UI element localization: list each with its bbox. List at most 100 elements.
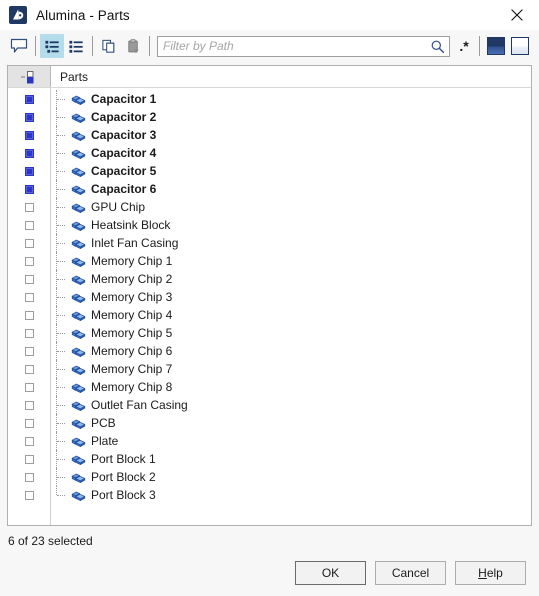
toolbar-separator [92, 36, 93, 56]
table-row[interactable]: Plate [51, 432, 531, 450]
help-button[interactable]: Help [455, 561, 526, 585]
table-row[interactable]: GPU Chip [51, 198, 531, 216]
row-checkbox[interactable] [8, 486, 50, 504]
part-icon [71, 470, 87, 484]
tree-rows: Capacitor 1 Capacitor 2 Capacitor 3 Capacit… [8, 88, 531, 525]
table-row[interactable]: Inlet Fan Casing [51, 234, 531, 252]
row-label: Plate [91, 434, 119, 448]
row-checkbox[interactable] [8, 306, 50, 324]
checkbox-unchecked-icon [24, 490, 34, 500]
table-row[interactable]: Port Block 1 [51, 450, 531, 468]
checkbox-unchecked-icon [24, 220, 34, 230]
row-checkbox[interactable] [8, 288, 50, 306]
list-flat-icon[interactable] [64, 34, 88, 58]
tree-connector [53, 252, 71, 270]
row-label: Memory Chip 5 [91, 326, 173, 340]
copy-icon[interactable] [97, 34, 121, 58]
search-icon[interactable] [430, 39, 445, 54]
checkbox-unchecked-icon [24, 382, 34, 392]
part-icon [71, 146, 87, 160]
row-checkbox[interactable] [8, 234, 50, 252]
table-row[interactable]: Capacitor 4 [51, 144, 531, 162]
table-row[interactable]: Capacitor 3 [51, 126, 531, 144]
title-bar: Alumina - Parts [0, 0, 539, 30]
tree-connector [53, 234, 71, 252]
row-checkbox[interactable] [8, 162, 50, 180]
row-checkbox[interactable] [8, 468, 50, 486]
row-label: Memory Chip 7 [91, 362, 173, 376]
row-checkbox[interactable] [8, 108, 50, 126]
table-row[interactable]: Memory Chip 3 [51, 288, 531, 306]
comment-bubble-icon[interactable] [7, 34, 31, 58]
outline-square-icon[interactable] [508, 34, 532, 58]
row-checkbox[interactable] [8, 180, 50, 198]
table-row[interactable]: PCB [51, 414, 531, 432]
table-row[interactable]: Heatsink Block [51, 216, 531, 234]
table-row[interactable]: Memory Chip 7 [51, 360, 531, 378]
row-checkbox[interactable] [8, 90, 50, 108]
parts-tree-panel[interactable]: Parts Capacitor 1 Capacitor 2 Capacitor 3C… [7, 65, 532, 526]
row-checkbox[interactable] [8, 360, 50, 378]
ok-button[interactable]: OK [295, 561, 366, 585]
table-row[interactable]: Memory Chip 1 [51, 252, 531, 270]
row-label: Capacitor 2 [91, 110, 157, 124]
tree-connector [53, 162, 71, 180]
table-row[interactable]: Memory Chip 6 [51, 342, 531, 360]
tree-select-icon [21, 70, 34, 83]
regex-icon[interactable]: .* [453, 34, 475, 58]
filter-field[interactable] [157, 35, 450, 57]
tree-connector [53, 270, 71, 288]
table-row[interactable]: Memory Chip 5 [51, 324, 531, 342]
row-checkbox[interactable] [8, 324, 50, 342]
window-title: Alumina - Parts [36, 7, 130, 23]
table-row[interactable]: Capacitor 1 [51, 90, 531, 108]
part-icon [71, 218, 87, 232]
table-row[interactable]: Port Block 2 [51, 468, 531, 486]
close-icon[interactable] [495, 0, 539, 30]
row-checkbox[interactable] [8, 198, 50, 216]
row-checkbox[interactable] [8, 270, 50, 288]
row-label: Capacitor 4 [91, 146, 157, 160]
row-checkbox[interactable] [8, 216, 50, 234]
table-row[interactable]: Outlet Fan Casing [51, 396, 531, 414]
table-row[interactable]: Memory Chip 8 [51, 378, 531, 396]
cancel-button[interactable]: Cancel [375, 561, 446, 585]
part-icon [71, 380, 87, 394]
row-checkbox[interactable] [8, 414, 50, 432]
checkbox-checked-icon [24, 112, 34, 122]
tree-connector [53, 306, 71, 324]
row-checkbox[interactable] [8, 144, 50, 162]
table-row[interactable]: Memory Chip 4 [51, 306, 531, 324]
tree-header-row: Parts [8, 66, 531, 88]
checkbox-checked-icon [24, 166, 34, 176]
checkbox-unchecked-icon [24, 274, 34, 284]
row-checkbox[interactable] [8, 450, 50, 468]
part-icon [71, 200, 87, 214]
solid-square-icon[interactable] [484, 34, 508, 58]
search-input[interactable] [158, 36, 449, 56]
row-label: Inlet Fan Casing [91, 236, 179, 250]
table-row[interactable]: Memory Chip 2 [51, 270, 531, 288]
table-row[interactable]: Port Block 3 [51, 486, 531, 504]
row-checkbox[interactable] [8, 252, 50, 270]
select-all-header[interactable] [8, 66, 51, 87]
row-checkbox[interactable] [8, 378, 50, 396]
table-row[interactable]: Capacitor 2 [51, 108, 531, 126]
column-header-parts[interactable]: Parts [51, 66, 531, 87]
checkbox-unchecked-icon [24, 310, 34, 320]
part-icon [71, 416, 87, 430]
row-checkbox[interactable] [8, 126, 50, 144]
row-label: Memory Chip 3 [91, 290, 173, 304]
part-icon [71, 398, 87, 412]
row-label: Capacitor 5 [91, 164, 157, 178]
table-row[interactable]: Capacitor 6 [51, 180, 531, 198]
paste-icon[interactable] [121, 34, 145, 58]
list-detailed-icon[interactable] [40, 34, 64, 58]
row-checkbox[interactable] [8, 432, 50, 450]
part-icon [71, 326, 87, 340]
row-checkbox[interactable] [8, 396, 50, 414]
row-checkbox[interactable] [8, 342, 50, 360]
tree-connector [53, 144, 71, 162]
table-row[interactable]: Capacitor 5 [51, 162, 531, 180]
row-label: Memory Chip 1 [91, 254, 173, 268]
